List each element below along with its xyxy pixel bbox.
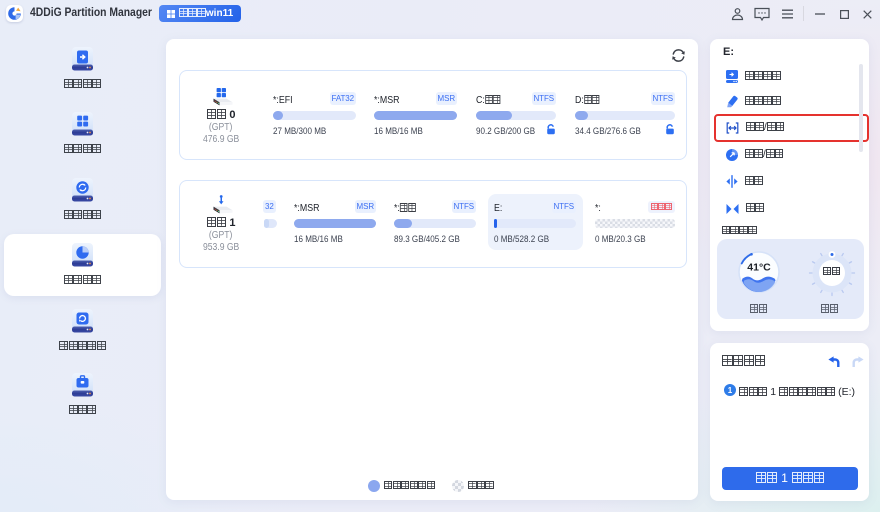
svg-text:41°C: 41°C (747, 262, 771, 274)
